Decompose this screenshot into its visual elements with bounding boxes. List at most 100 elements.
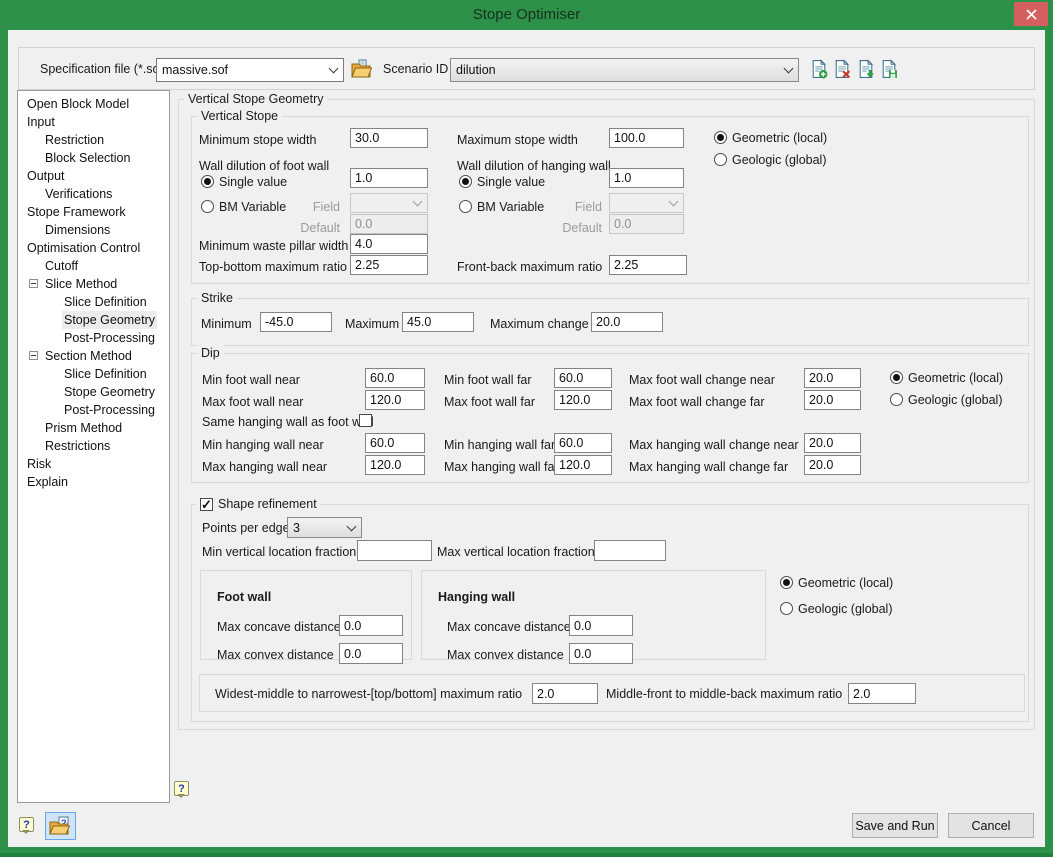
save-scenario-button[interactable] bbox=[880, 59, 898, 84]
max-hw-change-near-input[interactable] bbox=[804, 433, 861, 453]
tree-item-risk[interactable]: Risk bbox=[18, 455, 169, 473]
shape-geologic-radio[interactable] bbox=[780, 602, 793, 615]
dip-group: Dip Min foot wall near Min foot wall far… bbox=[191, 353, 1029, 483]
import-scenario-button[interactable] bbox=[857, 59, 875, 84]
middle-ratio-input[interactable] bbox=[848, 683, 916, 704]
delete-scenario-button[interactable] bbox=[833, 59, 851, 84]
vs-geometric-label[interactable]: Geometric (local) bbox=[732, 128, 827, 148]
tree-item-cutoff[interactable]: Cutoff bbox=[18, 257, 169, 275]
min-hw-near-label: Min hanging wall near bbox=[202, 435, 324, 455]
cancel-button[interactable]: Cancel bbox=[948, 813, 1034, 838]
vs-geologic-radio[interactable] bbox=[714, 153, 727, 166]
tree-item-input[interactable]: Input bbox=[18, 113, 169, 131]
max-fw-near-input[interactable] bbox=[365, 390, 425, 410]
max-fw-change-near-label: Max foot wall change near bbox=[629, 370, 775, 390]
max-vert-fraction-label: Max vertical location fraction bbox=[437, 542, 595, 562]
dip-geometric-radio[interactable] bbox=[890, 371, 903, 384]
close-button[interactable] bbox=[1014, 2, 1048, 26]
tree-item-post-processing[interactable]: Post-Processing bbox=[18, 329, 169, 347]
max-vert-fraction-input[interactable] bbox=[594, 540, 666, 561]
help-icon[interactable]: ? bbox=[174, 781, 189, 796]
tree-item-post-processing-2[interactable]: Post-Processing bbox=[18, 401, 169, 419]
shape-geometric-label[interactable]: Geometric (local) bbox=[798, 573, 893, 593]
save-and-run-button[interactable]: Save and Run bbox=[852, 813, 938, 838]
tree-item-slice-definition[interactable]: Slice Definition bbox=[18, 293, 169, 311]
dip-geologic-label[interactable]: Geologic (global) bbox=[908, 390, 1003, 410]
max-hw-far-input[interactable] bbox=[554, 455, 612, 475]
tree-item-stope-geometry-selected[interactable]: Stope Geometry bbox=[18, 311, 169, 329]
hang-single-value-label[interactable]: Single value bbox=[477, 172, 545, 192]
hw-concave-input[interactable] bbox=[569, 615, 633, 636]
tree-item-verifications[interactable]: Verifications bbox=[18, 185, 169, 203]
vs-geologic-label[interactable]: Geologic (global) bbox=[732, 150, 827, 170]
strike-minimum-input[interactable] bbox=[260, 312, 332, 332]
hang-single-value-input[interactable] bbox=[609, 168, 684, 188]
top-bottom-ratio-input[interactable] bbox=[350, 255, 428, 275]
max-stope-width-input[interactable] bbox=[609, 128, 684, 148]
foot-single-value-label[interactable]: Single value bbox=[219, 172, 287, 192]
min-fw-near-input[interactable] bbox=[365, 368, 425, 388]
shape-geometric-radio[interactable] bbox=[780, 576, 793, 589]
shape-refinement-title[interactable]: Shape refinement bbox=[218, 497, 317, 511]
strike-minimum-label: Minimum bbox=[201, 314, 252, 334]
strike-maximum-label: Maximum bbox=[345, 314, 399, 334]
same-hw-label[interactable]: Same hanging wall as foot wall bbox=[202, 412, 374, 432]
min-vert-fraction-input[interactable] bbox=[357, 540, 432, 561]
hang-single-value-radio[interactable] bbox=[459, 175, 472, 188]
strike-maximum-input[interactable] bbox=[402, 312, 474, 332]
fw-convex-input[interactable] bbox=[339, 643, 403, 664]
hw-convex-input[interactable] bbox=[569, 643, 633, 664]
max-fw-change-near-input[interactable] bbox=[804, 368, 861, 388]
shape-refinement-checkbox[interactable] bbox=[200, 498, 213, 511]
spec-file-combobox[interactable]: massive.sof bbox=[156, 58, 344, 82]
widest-ratio-input[interactable] bbox=[532, 683, 598, 704]
tree-item-restrictions[interactable]: Restrictions bbox=[18, 437, 169, 455]
fw-concave-input[interactable] bbox=[339, 615, 403, 636]
min-hw-far-input[interactable] bbox=[554, 433, 612, 453]
min-waste-pillar-input[interactable] bbox=[350, 234, 428, 254]
max-fw-change-far-input[interactable] bbox=[804, 390, 861, 410]
collapse-icon[interactable] bbox=[29, 279, 38, 288]
tree-item-stope-geometry-2[interactable]: Stope Geometry bbox=[18, 383, 169, 401]
strike-max-change-input[interactable] bbox=[591, 312, 663, 332]
min-stope-width-input[interactable] bbox=[350, 128, 428, 148]
tree-item-block-selection[interactable]: Block Selection bbox=[18, 149, 169, 167]
tree-item-optimisation-control[interactable]: Optimisation Control bbox=[18, 239, 169, 257]
tree-item-slice-method[interactable]: Slice Method bbox=[18, 275, 169, 293]
tree-item-output[interactable]: Output bbox=[18, 167, 169, 185]
max-fw-far-input[interactable] bbox=[554, 390, 612, 410]
foot-bm-variable-radio[interactable] bbox=[201, 200, 214, 213]
foot-single-value-radio[interactable] bbox=[201, 175, 214, 188]
max-hw-near-input[interactable] bbox=[365, 455, 425, 475]
shape-geologic-label[interactable]: Geologic (global) bbox=[798, 599, 893, 619]
collapse-icon[interactable] bbox=[29, 351, 38, 360]
foot-single-value-input[interactable] bbox=[350, 168, 428, 188]
tree-item-dimensions[interactable]: Dimensions bbox=[18, 221, 169, 239]
hang-bm-variable-radio[interactable] bbox=[459, 200, 472, 213]
vs-geometric-radio[interactable] bbox=[714, 131, 727, 144]
dip-geologic-radio[interactable] bbox=[890, 393, 903, 406]
new-scenario-button[interactable] bbox=[810, 59, 828, 84]
tree-item-restriction[interactable]: Restriction bbox=[18, 131, 169, 149]
hang-field-combobox[interactable] bbox=[609, 193, 684, 213]
front-back-ratio-input[interactable] bbox=[609, 255, 687, 275]
tree-item-stope-framework[interactable]: Stope Framework bbox=[18, 203, 169, 221]
max-hw-change-far-input[interactable] bbox=[804, 455, 861, 475]
tree-item-prism-method[interactable]: Prism Method bbox=[18, 419, 169, 437]
min-hw-near-input[interactable] bbox=[365, 433, 425, 453]
points-per-edge-combobox[interactable]: 3 bbox=[287, 517, 362, 538]
tree-item-explain[interactable]: Explain bbox=[18, 473, 169, 491]
foot-field-combobox[interactable] bbox=[350, 193, 428, 213]
help-folder-button[interactable]: ? bbox=[45, 812, 76, 840]
tree-item-slice-definition-2[interactable]: Slice Definition bbox=[18, 365, 169, 383]
hang-field-label: Field bbox=[512, 197, 602, 217]
min-vert-fraction-label: Min vertical location fraction bbox=[202, 542, 356, 562]
tree-item-open-block-model[interactable]: Open Block Model bbox=[18, 95, 169, 113]
tree-item-section-method[interactable]: Section Method bbox=[18, 347, 169, 365]
same-hw-checkbox[interactable] bbox=[359, 414, 372, 427]
scenario-id-combobox[interactable]: dilution bbox=[450, 58, 799, 82]
min-fw-far-input[interactable] bbox=[554, 368, 612, 388]
help-icon[interactable]: ? bbox=[19, 817, 34, 832]
browse-spec-file-button[interactable] bbox=[350, 57, 373, 86]
dip-geometric-label[interactable]: Geometric (local) bbox=[908, 368, 1003, 388]
